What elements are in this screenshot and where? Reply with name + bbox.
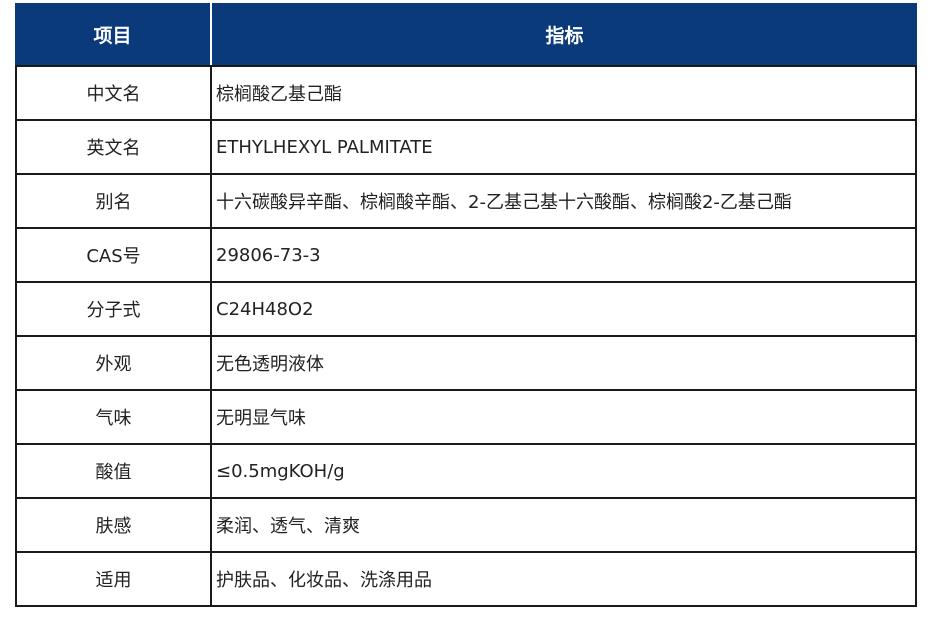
row-value: 无色透明液体	[216, 354, 324, 375]
row-value: 护肤品、化妆品、洗涤用品	[216, 570, 432, 591]
row-value: 十六碳酸异辛酯、棕榈酸辛酯、2-乙基己基十六酸酯、棕榈酸2-乙基己酯	[216, 192, 792, 213]
table-row: 英文名 ETHYLHEXYL PALMITATE	[17, 119, 915, 173]
row-label: 适用	[17, 553, 212, 605]
table-header: 项目 指标	[15, 3, 917, 65]
table-row: CAS号 29806-73-3	[17, 227, 915, 281]
row-value: 29806-73-3	[216, 244, 321, 266]
row-value: 无明显气味	[216, 408, 306, 429]
row-label: 别名	[17, 175, 212, 227]
row-label: 肤感	[17, 499, 212, 551]
row-label: 英文名	[17, 121, 212, 173]
header-value: 指标	[545, 24, 584, 47]
table-row: 气味 无明显气味	[17, 389, 915, 443]
row-value: 柔润、透气、清爽	[216, 516, 360, 537]
row-value: 棕榈酸乙基己酯	[216, 84, 342, 105]
row-label: CAS号	[17, 229, 212, 281]
table-row: 中文名 棕榈酸乙基己酯	[17, 65, 915, 119]
row-label: 酸值	[17, 445, 212, 497]
row-value: ≤0.5mgKOH/g	[216, 460, 345, 482]
header-item: 项目	[15, 3, 212, 65]
table-row: 别名 十六碳酸异辛酯、棕榈酸辛酯、2-乙基己基十六酸酯、棕榈酸2-乙基己酯	[17, 173, 915, 227]
table-row: 酸值 ≤0.5mgKOH/g	[17, 443, 915, 497]
row-value: C24H48O2	[216, 298, 314, 320]
row-value: ETHYLHEXYL PALMITATE	[216, 136, 433, 158]
row-label: 中文名	[17, 67, 212, 119]
spec-table: 项目 指标 中文名 棕榈酸乙基己酯 英文名 ETHYLHEXYL PALMITA…	[15, 3, 917, 607]
table-row: 肤感 柔润、透气、清爽	[17, 497, 915, 551]
table-row: 外观 无色透明液体	[17, 335, 915, 389]
table-row: 分子式 C24H48O2	[17, 281, 915, 335]
table-body: 中文名 棕榈酸乙基己酯 英文名 ETHYLHEXYL PALMITATE 别名 …	[15, 65, 917, 607]
row-label: 气味	[17, 391, 212, 443]
table-row: 适用 护肤品、化妆品、洗涤用品	[17, 551, 915, 605]
row-label: 外观	[17, 337, 212, 389]
row-label: 分子式	[17, 283, 212, 335]
